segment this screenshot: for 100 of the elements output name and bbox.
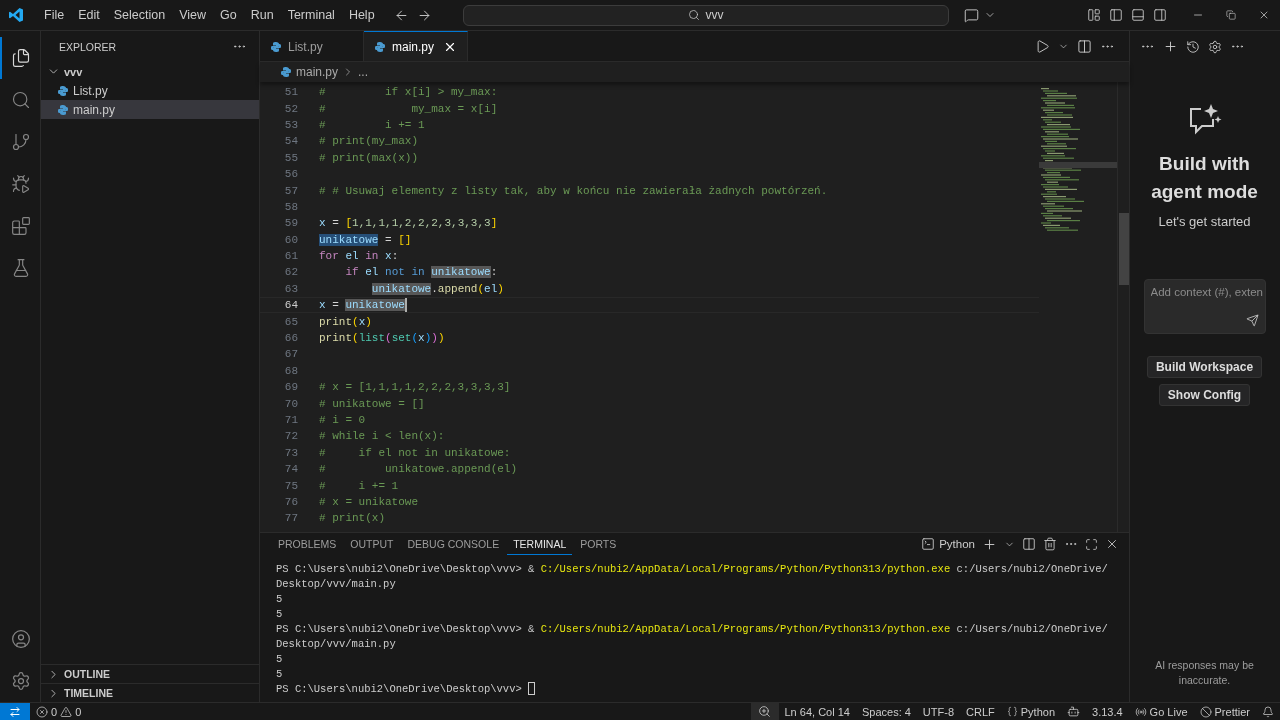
line-number: 55 (283, 151, 298, 164)
send-icon[interactable] (1245, 314, 1259, 327)
testing-icon (11, 258, 31, 278)
file-icon (374, 40, 386, 53)
close-icon[interactable] (1258, 9, 1270, 21)
source-control-icon (11, 132, 31, 152)
chat-heading: Build with agent mode (1150, 152, 1259, 204)
settings-icon[interactable] (11, 671, 31, 691)
status-item[interactable]: CRLF (960, 702, 1001, 720)
account-icon[interactable] (11, 629, 31, 649)
terminal-line: Desktop/vvv/main.py (276, 577, 396, 590)
menu-item[interactable]: Selection (107, 5, 172, 25)
line-number: 75 (283, 479, 298, 492)
code-line: # # Usuwaj elementy z listy tak, aby w końcu nie zawierała żadnych powtórzeń. (319, 183, 828, 198)
sidebar-toggle-icon[interactable] (1109, 8, 1123, 22)
editor-tab[interactable]: main.py (364, 31, 468, 61)
history-icon[interactable] (1186, 39, 1200, 54)
section-header[interactable]: OUTLINE (41, 664, 259, 683)
chat-input[interactable]: Add context (#), exten (1150, 286, 1263, 298)
maximize-icon[interactable] (1085, 537, 1098, 551)
panel-tab[interactable]: DEBUG CONSOLE (401, 533, 506, 555)
code-line: if el not in unikatowe: (344, 265, 498, 280)
restore-icon[interactable] (1226, 10, 1236, 20)
forward-arrow-icon[interactable] (416, 7, 432, 23)
close-icon[interactable] (1105, 537, 1119, 551)
terminal-line: Desktop/vvv/main.py (276, 637, 396, 650)
scrollbar-thumb[interactable] (1119, 213, 1129, 285)
panel-tab[interactable]: PORTS (574, 533, 623, 555)
split-icon[interactable] (1022, 537, 1036, 551)
warning-count[interactable]: 0 (75, 705, 82, 718)
terminal-line: PS C:\Users\nubi2\OneDrive\Desktop\vvv> (276, 682, 523, 695)
code-line: # while i < len(x): (319, 429, 445, 444)
status-item[interactable]: 3.13.4 (1086, 702, 1129, 720)
zoom-icon[interactable] (758, 705, 771, 718)
line-number: 73 (283, 446, 298, 459)
go-live-status[interactable]: Go Live (1149, 705, 1188, 718)
folder-item[interactable]: vvv (41, 62, 259, 81)
run-icon[interactable] (1035, 38, 1050, 54)
menu-item[interactable]: File (38, 5, 71, 25)
chat-icon[interactable] (963, 7, 979, 23)
panel-toggle-icon[interactable] (1131, 8, 1145, 22)
panel-tab[interactable]: PROBLEMS (272, 533, 343, 555)
menu-item[interactable]: Go (214, 5, 243, 25)
terminal-line: 5 (276, 667, 283, 680)
terminal-profile[interactable]: Python (921, 537, 975, 551)
breadcrumb-item[interactable]: main.py (296, 65, 339, 79)
remote-button[interactable] (0, 702, 30, 720)
explorer-tree-row[interactable]: List.py (41, 81, 259, 100)
menu-item[interactable]: View (173, 5, 212, 25)
chat-action-button[interactable]: Show Config (1158, 384, 1251, 406)
line-number: 54 (283, 135, 298, 148)
chat-subheading: Let's get started (1158, 214, 1251, 229)
language-status[interactable]: Python (1020, 705, 1055, 718)
code-line: # print(max(x)) (319, 150, 419, 165)
breadcrumb-item[interactable]: ... (358, 65, 369, 79)
robot-icon[interactable] (1067, 705, 1080, 718)
layout-icon[interactable] (1087, 8, 1101, 22)
status-item[interactable]: Spaces: 4 (855, 702, 917, 720)
code-line: # my_max = x[i] (319, 101, 498, 116)
search-field[interactable]: vvv (462, 4, 949, 26)
bell-icon[interactable] (1262, 705, 1274, 718)
prettier-status[interactable]: Prettier (1214, 705, 1250, 718)
chat-input-box[interactable]: Add context (#), exten (1143, 279, 1266, 334)
explorer-icon (11, 48, 31, 68)
broadcast-icon (1134, 705, 1147, 718)
menu-item[interactable]: Edit (72, 5, 106, 25)
line-number: 63 (283, 282, 298, 295)
menu-item[interactable]: Help (342, 5, 381, 25)
code-line: # x = unikatowe (319, 494, 419, 509)
add-icon[interactable] (982, 536, 997, 552)
run-icon (11, 174, 31, 194)
code-line: unikatowe = [] (319, 232, 412, 247)
chat-action-button[interactable]: Build Workspace (1146, 356, 1263, 378)
panel-tab[interactable]: TERMINAL (507, 533, 573, 555)
line-number: 56 (283, 168, 298, 181)
secondary-sidebar-toggle-icon[interactable] (1153, 8, 1167, 22)
status-item[interactable]: UTF-8 (916, 702, 961, 720)
logo-icon (8, 7, 24, 23)
line-number: 69 (283, 381, 298, 394)
settings-icon[interactable] (1208, 39, 1222, 54)
split-editor-icon[interactable] (1077, 38, 1092, 54)
search-icon (11, 90, 31, 110)
back-arrow-icon[interactable] (393, 7, 409, 23)
code-line: x = [1,1,1,1,2,2,2,3,3,3,3] (319, 216, 498, 231)
status-item[interactable]: Ln 64, Col 14 (778, 702, 856, 720)
error-count[interactable]: 0 (51, 705, 58, 718)
new-chat-icon[interactable] (1163, 39, 1178, 54)
trash-icon[interactable] (1043, 537, 1057, 551)
terminal-line: 5 (276, 592, 283, 605)
code-line: # unikatowe = [] (319, 396, 425, 411)
arrows-icon (9, 705, 21, 718)
search-icon (687, 9, 700, 21)
file-icon (270, 40, 282, 53)
panel-tab[interactable]: OUTPUT (344, 533, 400, 555)
code-line: # i += 1 (319, 478, 399, 493)
menu-item[interactable]: Terminal (281, 5, 341, 25)
menu-item[interactable]: Run (244, 5, 280, 25)
code-line: x = unikatowe (319, 298, 407, 313)
file-icon (57, 84, 69, 97)
explorer-tree-row[interactable]: main.py (41, 100, 259, 119)
